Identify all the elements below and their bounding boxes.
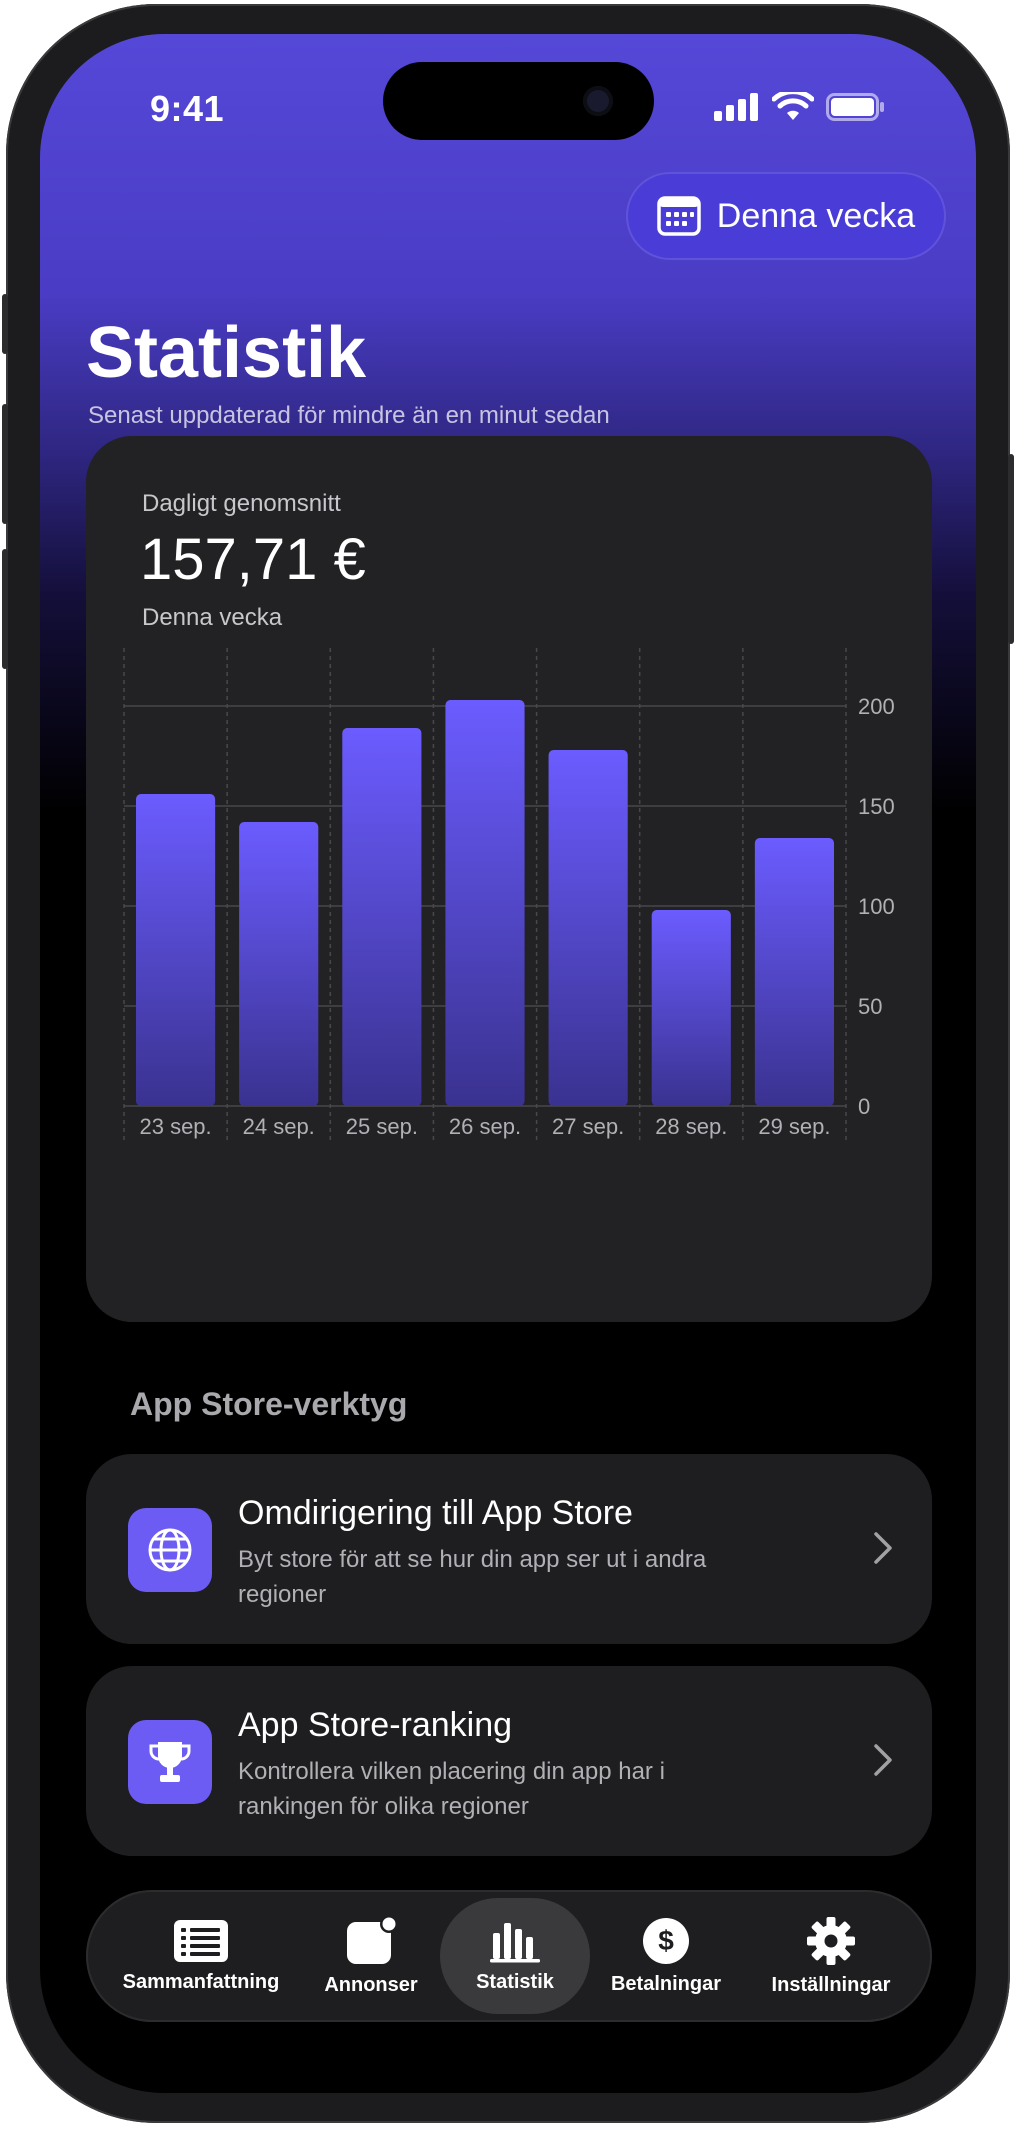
x-tick-label: 27 sep.: [552, 1114, 624, 1139]
daily-average-card: Dagligt genomsnitt 157,71 € Denna vecka …: [86, 436, 932, 1322]
bar-4[interactable]: [445, 700, 525, 1106]
bar-5[interactable]: [548, 750, 628, 1106]
calendar-icon: [657, 196, 701, 236]
dynamic-island: [383, 62, 654, 140]
battery-icon: [826, 93, 884, 121]
week-selector-button[interactable]: Denna vecka: [626, 172, 946, 260]
bar-chart: 0 50 100 150 200 23 sep. 24 sep. 25 sep. 26 sep.…: [123, 648, 895, 1142]
tool-icon-container: [128, 1720, 212, 1804]
tab-label: Annonser: [324, 1973, 418, 1996]
globe-icon: [148, 1528, 192, 1572]
page-title: Statistik: [86, 313, 367, 393]
app-store-ranking-item[interactable]: App Store-ranking Kontrollera vilken pla…: [86, 1666, 932, 1856]
tab-installningar[interactable]: Inställningar: [746, 1890, 916, 2022]
last-updated-text: Senast uppdaterad för mindre än en minut…: [88, 402, 610, 429]
trophy-icon: [149, 1742, 191, 1782]
tab-bar: Sammanfattning Annonser Statistik $ Beta…: [86, 1890, 932, 2022]
tool-icon-container: [128, 1508, 212, 1592]
tab-label: Statistik: [476, 1970, 554, 1993]
bar-3[interactable]: [342, 728, 422, 1106]
app-store-redirect-item[interactable]: Omdirigering till App Store Byt store fö…: [86, 1454, 932, 1644]
tab-betalningar[interactable]: $ Betalningar: [591, 1890, 741, 2022]
y-tick-label: 200: [858, 694, 895, 719]
tool-description: Kontrollera vilken placering din app har…: [238, 1758, 665, 1820]
camera-icon: [583, 86, 613, 116]
device-frame: 9:41 Denna vecka Statistik Senast uppdat…: [2, 4, 1014, 2123]
bar-2[interactable]: [239, 822, 319, 1106]
x-tick-label: 26 sep.: [449, 1114, 521, 1139]
x-tick-label: 25 sep.: [346, 1114, 418, 1139]
tool-title: Omdirigering till App Store: [238, 1494, 633, 1532]
dollar-icon: $: [643, 1917, 689, 1964]
tab-statistik[interactable]: Statistik: [440, 1890, 590, 2022]
y-tick-label: 150: [858, 794, 895, 819]
gear-icon: [807, 1916, 855, 1965]
list-icon: [174, 1919, 228, 1962]
bar-1[interactable]: [136, 794, 216, 1106]
y-tick-label: 0: [858, 1094, 870, 1119]
chevron-right-icon: [874, 1532, 892, 1564]
x-tick-label: 29 sep.: [758, 1114, 830, 1139]
volume-up-button: [2, 404, 8, 524]
tab-label: Sammanfattning: [122, 1970, 280, 1993]
tool-description: Byt store för att se hur din app ser ut …: [238, 1546, 707, 1608]
bar-7[interactable]: [754, 838, 834, 1106]
volume-down-button: [2, 549, 8, 669]
x-tick-label: 23 sep.: [139, 1114, 211, 1139]
tab-annonser[interactable]: Annonser: [306, 1890, 436, 2022]
svg-text:$: $: [658, 1925, 674, 1956]
week-selector-label: Denna vecka: [716, 196, 916, 235]
x-tick-label: 28 sep.: [655, 1114, 727, 1139]
bar-6[interactable]: [651, 910, 731, 1106]
tab-label: Inställningar: [771, 1973, 891, 1996]
power-button: [1008, 454, 1014, 644]
tool-title: App Store-ranking: [238, 1706, 513, 1744]
tab-sammanfattning[interactable]: Sammanfattning: [106, 1890, 296, 2022]
tools-section-title: App Store-verktyg: [130, 1386, 408, 1422]
ads-icon: [347, 1915, 397, 1964]
screen: 9:41 Denna vecka Statistik Senast uppdat…: [40, 34, 976, 2093]
y-tick-label: 50: [858, 994, 882, 1019]
status-time: 9:41: [150, 88, 225, 129]
cellular-signal-icon: [714, 93, 758, 121]
chevron-right-icon: [874, 1744, 892, 1776]
x-tick-label: 24 sep.: [243, 1114, 315, 1139]
bar-chart-icon: [490, 1922, 540, 1962]
status-icons: [714, 92, 886, 122]
tab-label: Betalningar: [610, 1972, 722, 1995]
wifi-icon: [772, 92, 814, 120]
y-tick-label: 100: [858, 894, 895, 919]
mute-switch: [2, 294, 8, 354]
